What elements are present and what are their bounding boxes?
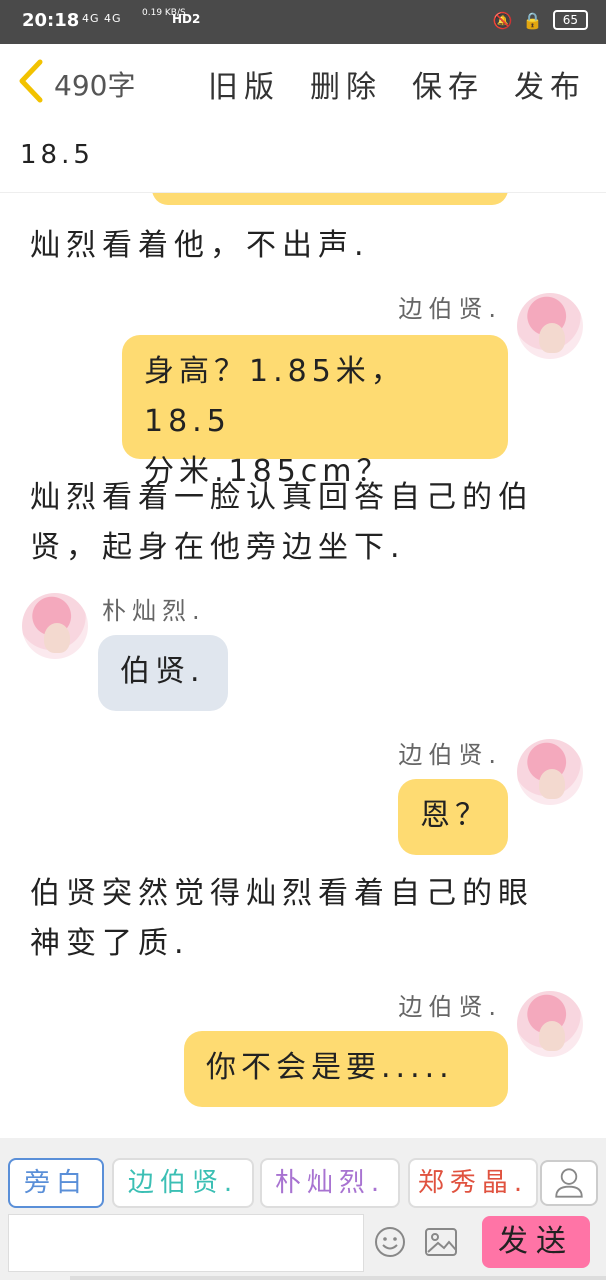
narration-line: 神变了质. [30,926,190,961]
role-label: 边伯贤. [127,1168,239,1198]
emoji-icon[interactable] [374,1226,406,1258]
send-button[interactable]: 发送 [482,1216,590,1268]
word-count: 490字 [54,69,136,102]
person-icon [555,1168,583,1198]
status-time: 20:18 [22,10,80,31]
mute-bell-icon: 🔕 [492,10,513,30]
nav-hint-bar [70,1276,606,1280]
avatar[interactable] [517,293,583,359]
message-text: 恩？ [420,798,490,833]
avatar[interactable] [517,991,583,1057]
narration[interactable]: 灿烈看着一脸认真回答自己的伯 贤，起身在他旁边坐下. [30,473,534,573]
speaker-name: 边伯贤. [398,741,502,769]
speaker-name: 边伯贤. [398,295,502,323]
manage-roles-button[interactable] [540,1160,598,1206]
narration[interactable]: 伯贤突然觉得灿烈看着自己的眼 神变了质. [30,869,534,969]
message-bubble[interactable]: 伯贤. [98,635,228,711]
message-text: 伯贤. [120,654,205,689]
lock-icon: 🔒 [522,10,543,30]
delete-button[interactable]: 删除 [310,62,382,106]
role-narrator-button[interactable]: 旁白 [8,1158,104,1208]
narration-line: 贤，起身在他旁边坐下. [30,530,406,565]
role-selector: 旁白 边伯贤. 朴灿烈. 郑秀晶. [0,1154,606,1210]
role-label: 郑秀晶. [417,1168,529,1198]
role-label: 朴灿烈. [274,1168,386,1198]
image-icon[interactable] [424,1226,458,1258]
message-bubble[interactable]: 恩？ [398,779,508,855]
chapter-title-bar[interactable]: 18.5 [0,118,606,193]
message-text: 你不会是要..... [206,1050,454,1085]
save-button[interactable]: 保存 [412,62,484,106]
avatar[interactable] [517,739,583,805]
narration[interactable]: 灿烈看着他，不出声. [30,221,370,271]
publish-button[interactable]: 发布 [514,62,586,106]
network-indicator: 4G 4G [82,12,122,25]
message-bubble[interactable]: 你不会是要..... [184,1031,508,1107]
message-line: 身高？1.85米，18.5 [144,354,406,439]
back-chevron-icon[interactable] [14,58,46,104]
speaker-name: 朴灿烈. [102,597,206,625]
speaker-name: 边伯贤. [398,993,502,1021]
role-label: 旁白 [23,1168,88,1198]
message-bubble[interactable]: 身高？1.85米，18.5 分米.185cm？ [122,335,508,489]
composer-panel: 旁白 边伯贤. 朴灿烈. 郑秀晶. 发送 [0,1138,606,1280]
editor-toolbar: 490字 旧版 删除 保存 发布 [0,44,606,119]
role-krystal-button[interactable]: 郑秀晶. [408,1158,538,1208]
role-chanyeol-button[interactable]: 朴灿烈. [260,1158,400,1208]
old-version-button[interactable]: 旧版 [208,62,280,106]
chat-content[interactable]: 灿烈看着他，不出声. 边伯贤. 身高？1.85米，18.5 分米.185cm？ … [0,193,606,1138]
status-right: 🔕 🔒 65 [493,10,588,30]
status-bar: 20:18 4G 4G 0.19 KB/S HD2 🔕 🔒 65 [0,0,606,44]
hd-indicator: HD2 [172,12,201,26]
toolbar-actions: 旧版 删除 保存 发布 [208,62,586,106]
message-input[interactable] [8,1214,364,1272]
role-baekhyun-button[interactable]: 边伯贤. [112,1158,254,1208]
partial-bubble[interactable] [152,193,508,205]
narration-line: 灿烈看着一脸认真回答自己的伯 [30,480,534,515]
avatar[interactable] [22,593,88,659]
narration-line: 伯贤突然觉得灿烈看着自己的眼 [30,876,534,911]
battery-level: 65 [552,10,588,30]
chapter-title: 18.5 [20,140,94,170]
